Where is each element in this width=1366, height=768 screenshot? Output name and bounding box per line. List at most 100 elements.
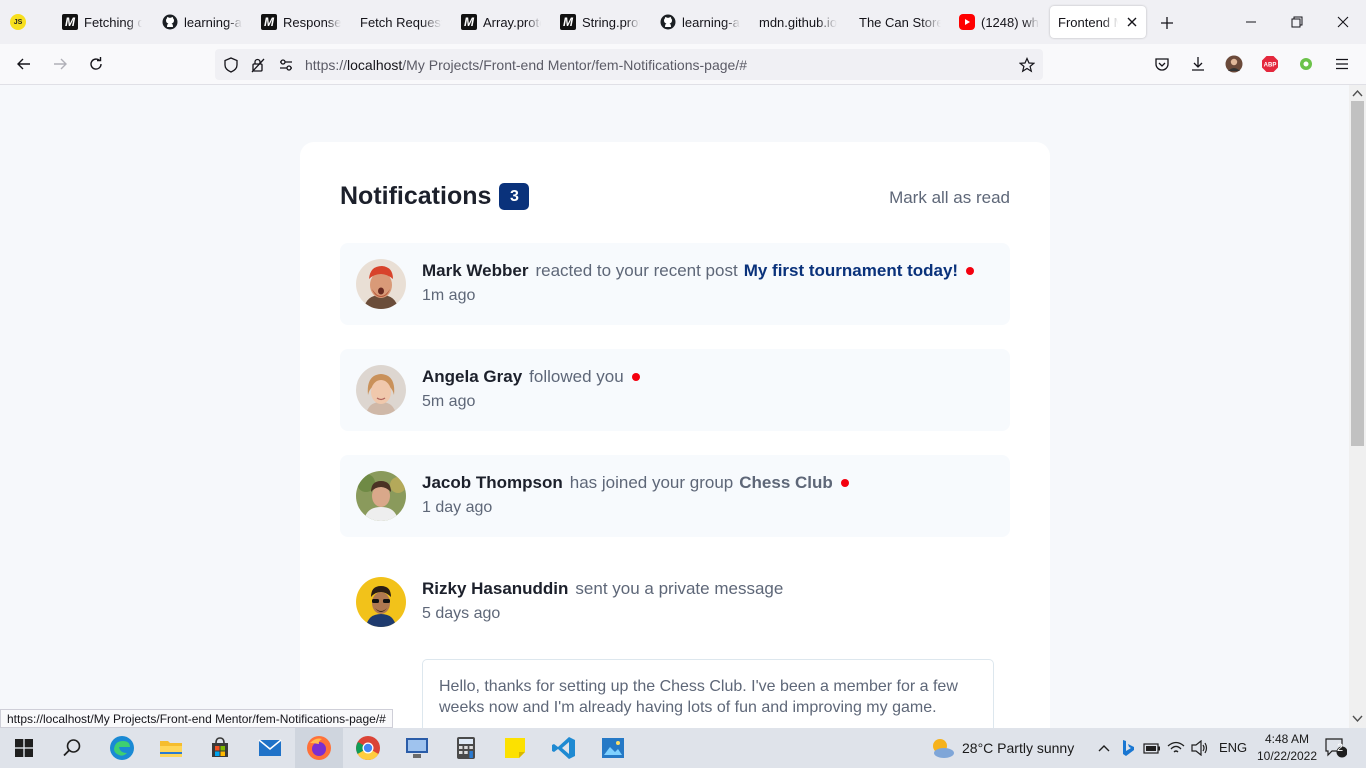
tab-fetch-request[interactable]: Fetch Request — [360, 6, 442, 38]
notification-text: Rizky Hasanuddin sent you a private mess… — [422, 579, 783, 599]
photos-icon[interactable] — [599, 734, 627, 762]
tab-title: mdn.github.io — [759, 14, 838, 30]
notification-item[interactable]: Jacob Thompson has joined your group Che… — [340, 455, 1010, 537]
mdn-icon: M — [62, 14, 78, 30]
pocket-icon[interactable] — [1150, 52, 1174, 76]
windows-taskbar: 28°C Partly sunny ENG 4:48 AM 10/22/2022… — [0, 728, 1366, 768]
tab-title: (1248) wha — [981, 14, 1039, 30]
unread-count-badge: 3 — [499, 183, 530, 210]
notification-text: Mark Webber reacted to your recent post … — [422, 261, 975, 281]
permissions-icon[interactable] — [277, 56, 295, 74]
tab-title: Array.proto — [483, 14, 541, 30]
scroll-up-arrow-icon[interactable] — [1352, 89, 1363, 97]
insecure-lock-icon[interactable] — [249, 56, 267, 74]
extension-icon[interactable] — [1294, 52, 1318, 76]
back-button[interactable] — [12, 52, 36, 76]
link-status-tooltip: https://localhost/My Projects/Front-end … — [0, 709, 393, 728]
new-tab-button[interactable] — [1156, 12, 1178, 34]
notification-item[interactable]: Angela Gray followed you 5m ago — [340, 349, 1010, 431]
tab-title: Fetch Request — [360, 14, 442, 30]
clock-time[interactable]: 4:48 AM — [1254, 732, 1320, 746]
notification-group-link[interactable]: Chess Club — [739, 473, 833, 493]
url-text: https://localhost/My Projects/Front-end … — [305, 57, 747, 73]
notification-user-name[interactable]: Jacob Thompson — [422, 473, 563, 493]
forward-button[interactable] — [48, 52, 72, 76]
search-icon[interactable] — [58, 734, 86, 762]
notification-time: 5 days ago — [422, 605, 501, 622]
notification-item[interactable]: Rizky Hasanuddin sent you a private mess… — [340, 561, 1010, 728]
notification-user-name[interactable]: Rizky Hasanuddin — [422, 579, 568, 599]
tab-fetching[interactable]: M Fetching d — [62, 6, 142, 38]
notification-user-name[interactable]: Angela Gray — [422, 367, 522, 387]
notification-post-link[interactable]: My first tournament today! — [744, 261, 958, 281]
tab-title: Response.b — [283, 14, 341, 30]
calculator-icon[interactable] — [452, 734, 480, 762]
volume-icon[interactable] — [1188, 734, 1212, 762]
notification-time: 1 day ago — [422, 499, 493, 516]
avatar-angela-gray[interactable] — [356, 365, 406, 415]
mdn-icon: M — [461, 14, 477, 30]
bing-icon[interactable] — [1116, 734, 1140, 762]
reload-button[interactable] — [84, 52, 108, 76]
tab-frontend-mentor-active[interactable]: Frontend M — [1050, 6, 1146, 38]
scroll-down-arrow-icon[interactable] — [1352, 715, 1363, 723]
file-explorer-icon[interactable] — [157, 734, 185, 762]
mark-all-read-button[interactable]: Mark all as read — [889, 188, 1010, 208]
avatar-jacob-thompson[interactable] — [356, 471, 406, 521]
restore-button[interactable] — [1274, 0, 1320, 44]
tab-github-2[interactable]: learning-a — [660, 6, 740, 38]
tab-response[interactable]: M Response.b — [261, 6, 341, 38]
notification-action: followed you — [529, 367, 624, 386]
edge-browser-icon[interactable] — [108, 734, 136, 762]
adblock-plus-icon[interactable]: ABP — [1258, 52, 1282, 76]
close-window-button[interactable] — [1320, 0, 1366, 44]
mail-icon[interactable] — [256, 734, 284, 762]
wifi-icon[interactable] — [1164, 734, 1188, 762]
chrome-icon[interactable] — [354, 734, 382, 762]
minimize-button[interactable] — [1228, 0, 1274, 44]
tab-mdn-github[interactable]: mdn.github.io — [759, 6, 839, 38]
tab-youtube[interactable]: (1248) wha — [959, 6, 1039, 38]
clock-date[interactable]: 10/22/2022 — [1250, 749, 1324, 763]
start-button[interactable] — [10, 734, 38, 762]
notification-text: Jacob Thompson has joined your group Che… — [422, 473, 849, 493]
github-icon — [660, 14, 676, 30]
show-hidden-icons-chevron-icon[interactable] — [1092, 734, 1116, 762]
vscode-icon[interactable] — [550, 734, 578, 762]
bookmark-star-icon[interactable] — [1018, 56, 1036, 74]
notification-time: 5m ago — [422, 393, 476, 410]
remote-desktop-icon[interactable] — [403, 734, 431, 762]
tab-title: Frontend M — [1058, 14, 1118, 30]
notification-count-badge: 2 — [1336, 742, 1344, 754]
battery-icon[interactable] — [1140, 734, 1164, 762]
weather-partly-sunny-icon[interactable] — [928, 734, 956, 762]
tab-title: Fetching d — [84, 14, 142, 30]
scrollbar-thumb[interactable] — [1351, 101, 1364, 446]
firefox-icon[interactable] — [305, 734, 333, 762]
tab-extension[interactable]: JS — [10, 6, 34, 38]
notification-item[interactable]: Mark Webber reacted to your recent post … — [340, 243, 1010, 325]
close-tab-icon[interactable] — [1124, 14, 1140, 30]
tab-string[interactable]: M String.prot — [560, 6, 640, 38]
microsoft-store-icon[interactable] — [206, 734, 234, 762]
tab-array[interactable]: M Array.proto — [461, 6, 541, 38]
notifications-heading: Notifications — [340, 182, 492, 210]
input-language-indicator[interactable]: ENG — [1219, 740, 1247, 755]
notification-action: sent you a private message — [575, 579, 784, 598]
account-avatar-icon[interactable] — [1222, 52, 1246, 76]
hamburger-menu-icon[interactable] — [1330, 52, 1354, 76]
svg-text:ABP: ABP — [1264, 63, 1277, 69]
mdn-icon: M — [261, 14, 277, 30]
tracking-protection-shield-icon[interactable] — [222, 56, 240, 74]
tab-github-1[interactable]: learning-a — [162, 6, 242, 38]
private-message-box[interactable]: Hello, thanks for setting up the Chess C… — [422, 659, 994, 728]
address-bar[interactable]: https://localhost/My Projects/Front-end … — [215, 49, 1043, 80]
avatar-rizky-hasanuddin[interactable] — [356, 577, 406, 627]
weather-text[interactable]: 28°C Partly sunny — [962, 740, 1074, 756]
notification-user-name[interactable]: Mark Webber — [422, 261, 528, 281]
sticky-notes-icon[interactable] — [501, 734, 529, 762]
tab-can-store[interactable]: The Can Store — [859, 6, 941, 38]
notification-action: reacted to your recent post — [535, 261, 738, 280]
downloads-icon[interactable] — [1186, 52, 1210, 76]
avatar-mark-webber[interactable] — [356, 259, 406, 309]
